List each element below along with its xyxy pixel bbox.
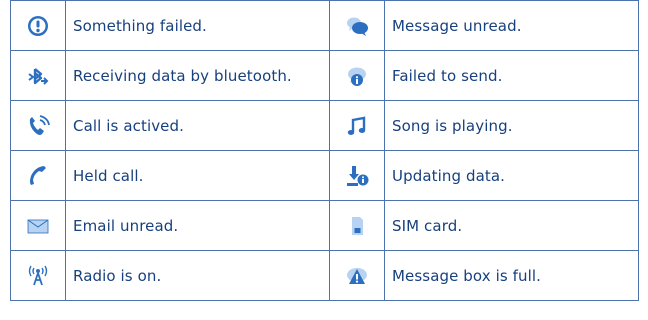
status-label: Message box is full. bbox=[384, 250, 639, 301]
status-label: Message unread. bbox=[384, 0, 639, 51]
table-row: Call is actived. Song is playing. bbox=[10, 100, 639, 151]
active-call-icon bbox=[25, 113, 51, 139]
bluetooth-icon bbox=[25, 63, 51, 89]
chat-bubbles-icon bbox=[344, 13, 370, 39]
updating-data-icon bbox=[344, 163, 370, 189]
status-label: SIM card. bbox=[384, 200, 639, 251]
sim-card-icon bbox=[344, 213, 370, 239]
status-label: Held call. bbox=[65, 150, 330, 201]
status-label: Song is playing. bbox=[384, 100, 639, 151]
status-label: Updating data. bbox=[384, 150, 639, 201]
message-box-full-icon bbox=[344, 263, 370, 289]
status-label: Something failed. bbox=[65, 0, 330, 51]
status-label: Failed to send. bbox=[384, 50, 639, 101]
radio-antenna-icon bbox=[25, 263, 51, 289]
status-label: Call is actived. bbox=[65, 100, 330, 151]
table-row: Email unread. SIM card. bbox=[10, 200, 639, 251]
exclamation-circle-icon bbox=[25, 13, 51, 39]
music-note-icon bbox=[344, 113, 370, 139]
held-call-icon bbox=[25, 163, 51, 189]
table-row: Receiving data by bluetooth. Failed to s… bbox=[10, 50, 639, 101]
table-row: Something failed. Message unread. bbox=[10, 0, 639, 51]
status-label: Receiving data by bluetooth. bbox=[65, 50, 330, 101]
status-label: Email unread. bbox=[65, 200, 330, 251]
email-envelope-icon bbox=[25, 213, 51, 239]
status-label: Radio is on. bbox=[65, 250, 330, 301]
table-row: Held call. Updating data. bbox=[10, 150, 639, 201]
send-failed-icon bbox=[344, 63, 370, 89]
table-row: Radio is on. Message box is full. bbox=[10, 250, 639, 301]
status-icons-table: Something failed. Message unread. Receiv… bbox=[10, 0, 639, 301]
